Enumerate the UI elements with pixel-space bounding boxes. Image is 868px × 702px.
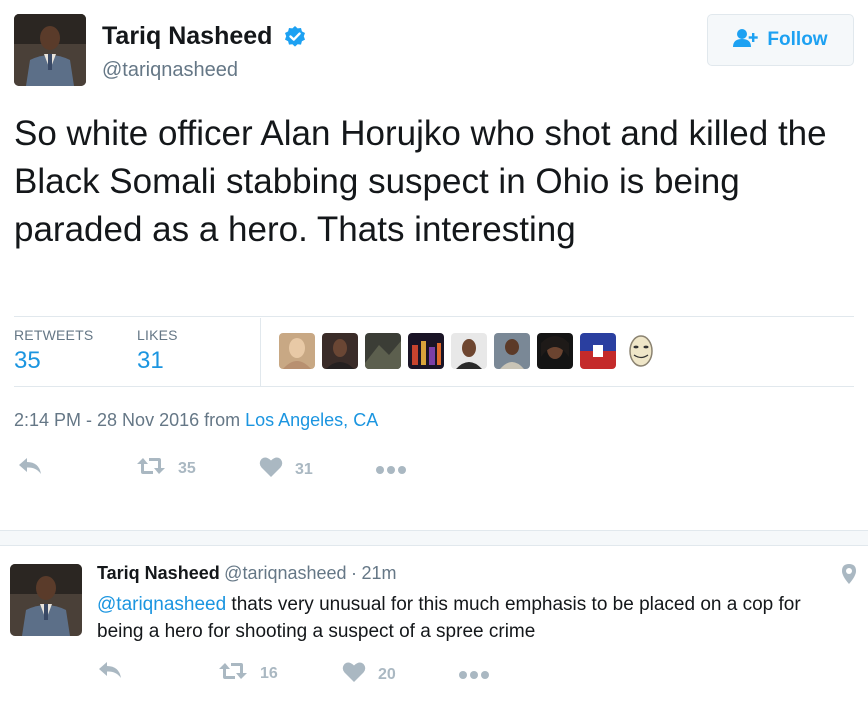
retweets-stat-label: RETWEETS <box>14 327 94 343</box>
follow-button-label: Follow <box>767 29 828 50</box>
reply-header: Tariq Nasheed @tariqnasheed · 21m <box>97 563 396 584</box>
liker-avatar[interactable] <box>322 333 358 369</box>
conversation-separator <box>0 530 868 546</box>
retweet-icon <box>136 456 166 481</box>
author-name-row: Tariq Nasheed <box>102 22 307 54</box>
more-icon <box>375 462 407 480</box>
liker-avatar[interactable] <box>408 333 444 369</box>
likes-stat-label: LIKES <box>137 327 178 343</box>
heart-icon <box>342 661 366 688</box>
author-avatar[interactable] <box>14 14 86 86</box>
reply-button[interactable] <box>18 457 42 480</box>
retweets-stat-value: 35 <box>14 347 41 374</box>
liker-avatar[interactable] <box>494 333 530 369</box>
likes-stat-value: 31 <box>137 347 164 374</box>
reply-author-handle[interactable]: @tariqnasheed <box>224 563 346 583</box>
like-button[interactable]: 31 <box>259 456 313 483</box>
retweets-stat[interactable]: RETWEETS 35 <box>14 327 93 375</box>
tweet-timestamp: 2:14 PM - 28 Nov 2016 from Los Angeles, … <box>14 410 378 431</box>
location-pin-icon[interactable] <box>841 563 857 590</box>
liker-avatar[interactable] <box>279 333 315 369</box>
location-link[interactable]: Los Angeles, CA <box>245 410 378 430</box>
reply-more-button[interactable] <box>458 667 490 685</box>
reply-text: @tariqnasheed thats very unusual for thi… <box>97 591 827 645</box>
more-button[interactable] <box>375 462 407 480</box>
reply-reply-button[interactable] <box>98 661 122 684</box>
reply-retweet-count: 16 <box>260 664 278 682</box>
stats-divider <box>260 318 261 386</box>
heart-icon <box>259 456 283 483</box>
author-handle[interactable]: @tariqnasheed <box>102 59 238 82</box>
reply-author-avatar[interactable] <box>10 564 82 636</box>
reply-icon <box>18 457 42 480</box>
liker-avatar[interactable] <box>365 333 401 369</box>
liker-avatar[interactable] <box>623 333 659 369</box>
liker-avatars <box>279 333 659 369</box>
reply-time[interactable]: 21m <box>361 563 396 583</box>
liker-avatar[interactable] <box>537 333 573 369</box>
liker-avatar[interactable] <box>451 333 487 369</box>
reply-like-count: 20 <box>378 665 396 683</box>
follow-button[interactable]: Follow <box>707 14 854 66</box>
like-count: 31 <box>295 460 313 478</box>
divider <box>14 386 854 387</box>
author-avatar-image <box>14 14 86 86</box>
retweet-count: 35 <box>178 459 196 477</box>
reply-retweet-button[interactable]: 16 <box>218 661 278 686</box>
author-name[interactable]: Tariq Nasheed <box>102 22 272 50</box>
tweet-text: So white officer Alan Horujko who shot a… <box>14 114 827 249</box>
reply-like-button[interactable]: 20 <box>342 661 396 688</box>
timestamp-text[interactable]: 2:14 PM - 28 Nov 2016 from <box>14 410 245 430</box>
reply-mention-link[interactable]: @tariqnasheed <box>97 594 226 615</box>
divider <box>14 316 854 317</box>
liker-avatar[interactable] <box>580 333 616 369</box>
likes-stat[interactable]: LIKES 31 <box>137 327 178 375</box>
follow-user-icon <box>733 28 759 53</box>
retweet-button[interactable]: 35 <box>136 456 196 481</box>
more-icon <box>458 667 490 685</box>
reply-avatar-image <box>10 564 82 636</box>
reply-separator: · <box>350 563 357 583</box>
verified-badge-icon <box>283 25 307 54</box>
reply-author-name[interactable]: Tariq Nasheed <box>97 563 220 583</box>
reply-icon <box>98 661 122 684</box>
retweet-icon <box>218 661 248 686</box>
